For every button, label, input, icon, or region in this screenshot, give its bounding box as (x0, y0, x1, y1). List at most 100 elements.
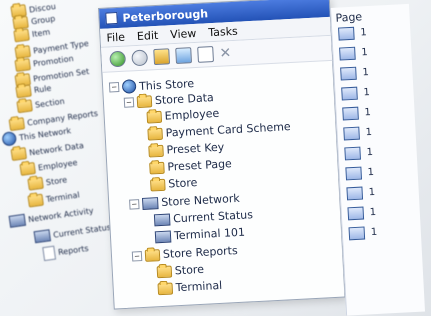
menu-tasks[interactable]: Tasks (208, 24, 238, 39)
folder-icon (14, 58, 31, 73)
tree-item[interactable]: Employee (146, 107, 220, 124)
page-icon (345, 166, 363, 181)
list-item[interactable]: 1 (347, 206, 377, 221)
tree-item-label: Payment Card Scheme (165, 120, 291, 140)
menu-file[interactable]: File (106, 30, 125, 44)
network-icon (8, 213, 27, 228)
page-icon (346, 186, 364, 201)
network-icon (33, 229, 52, 244)
page-number: 1 (361, 47, 369, 59)
page-number: 1 (367, 166, 375, 179)
tree-item-label: Preset Page (167, 157, 233, 174)
page-number: 1 (368, 186, 376, 199)
folder-icon (136, 94, 153, 108)
tree-item[interactable]: Store (150, 176, 198, 191)
tree-item-label: Current Status (172, 208, 254, 226)
list-item[interactable]: 1 (339, 46, 369, 61)
tree-item[interactable]: Preset Key (148, 140, 225, 158)
globe-icon (121, 79, 137, 94)
folder-icon (146, 110, 163, 124)
page-icon (338, 26, 355, 41)
expand-icon[interactable]: − (108, 82, 120, 93)
tree-item[interactable]: Section (16, 95, 65, 114)
tree-item-label: Section (34, 96, 66, 110)
tree-item-label: Preset Key (166, 140, 225, 157)
globe-icon (1, 130, 18, 147)
tree-item-label: Terminal 101 (173, 225, 246, 243)
folder-icon (148, 144, 164, 158)
folder-icon (10, 147, 28, 162)
tree-item-label: Item (31, 27, 51, 39)
page-number: 1 (369, 206, 377, 219)
tree-item[interactable]: Rule (15, 82, 52, 99)
back-icon[interactable] (109, 50, 127, 68)
tree-item-label: Terminal (175, 278, 223, 295)
tree-item[interactable]: Reports (42, 241, 89, 262)
list-item[interactable]: 1 (338, 26, 367, 41)
page-icon (340, 66, 357, 81)
page-number: 1 (365, 126, 373, 139)
menu-view[interactable]: View (170, 26, 197, 40)
tree-item[interactable]: − Store Data (123, 91, 215, 109)
folder-icon (27, 176, 44, 191)
menu-edit[interactable]: Edit (137, 28, 159, 42)
tree-item[interactable]: Item (13, 26, 51, 43)
refresh-icon[interactable] (175, 47, 193, 64)
list-item[interactable]: 1 (340, 66, 370, 81)
tree-item-label: Group (30, 13, 56, 26)
expand-icon[interactable]: − (129, 198, 140, 210)
window-tree: − This Store − Store Data Employee Payment… (102, 61, 343, 295)
document-icon (42, 245, 57, 262)
network-icon (141, 196, 159, 210)
tree-item-label: Store Network (160, 191, 240, 209)
tree-item-label: Store Data (154, 91, 215, 108)
tree-item[interactable]: Current Status (153, 208, 254, 226)
up-folder-icon[interactable] (153, 48, 171, 66)
tree-item[interactable]: Terminal (27, 188, 80, 208)
tree-item[interactable]: Terminal (157, 278, 223, 295)
photo-scene: Discou Group Item Payment Type Promotion… (0, 0, 431, 316)
page-number: 1 (362, 67, 370, 79)
tree-item-label: Promotion (32, 53, 75, 69)
tree-item[interactable]: Employee (19, 156, 78, 176)
list-item[interactable]: 1 (345, 166, 375, 181)
tree-item[interactable]: Store (156, 263, 204, 278)
explorer-window: Peterborough File Edit View Tasks ✕ − Thi… (98, 0, 346, 310)
page-list-panel: Page 1 1 1 1 1 1 1 1 1 1 1 (330, 3, 426, 316)
forward-icon[interactable] (131, 49, 149, 67)
page-icon (341, 86, 358, 101)
tree-item-label: Store (167, 176, 198, 191)
folder-icon (15, 84, 32, 99)
delete-icon[interactable]: ✕ (219, 45, 232, 62)
tree-item[interactable]: Terminal 101 (154, 225, 246, 244)
expand-icon[interactable]: − (123, 96, 135, 108)
list-item[interactable]: 1 (346, 186, 376, 201)
list-item[interactable]: 1 (344, 146, 374, 161)
list-item[interactable]: 1 (342, 106, 371, 121)
tree-item[interactable]: − Store Network (129, 192, 240, 211)
list-item[interactable]: 1 (341, 86, 370, 101)
new-icon[interactable] (197, 46, 214, 63)
tree-item-label: Store (45, 174, 68, 187)
folder-icon (149, 161, 165, 175)
page-icon (343, 126, 360, 141)
tree-item-label: Promotion Set (32, 66, 90, 84)
app-icon (105, 11, 118, 25)
folder-icon (13, 28, 30, 43)
network-icon (153, 213, 171, 226)
list-item[interactable]: 1 (343, 126, 373, 141)
page-icon (344, 146, 361, 161)
page-icon (339, 46, 356, 61)
page-icon (342, 106, 359, 121)
network-icon (154, 229, 172, 243)
tree-item-label: Employee (37, 157, 78, 172)
list-item[interactable]: 1 (348, 226, 378, 241)
tree-item[interactable]: Current Status (33, 221, 112, 244)
page-number: 1 (366, 146, 374, 159)
expand-icon[interactable]: − (131, 250, 143, 262)
tree-item[interactable]: Payment Card Scheme (147, 120, 291, 141)
tree-item[interactable]: − Store Reports (131, 244, 238, 263)
tree-item[interactable]: Store (27, 173, 68, 191)
tree-item-label: Store Reports (162, 244, 238, 261)
tree-item[interactable]: Preset Page (149, 157, 233, 175)
